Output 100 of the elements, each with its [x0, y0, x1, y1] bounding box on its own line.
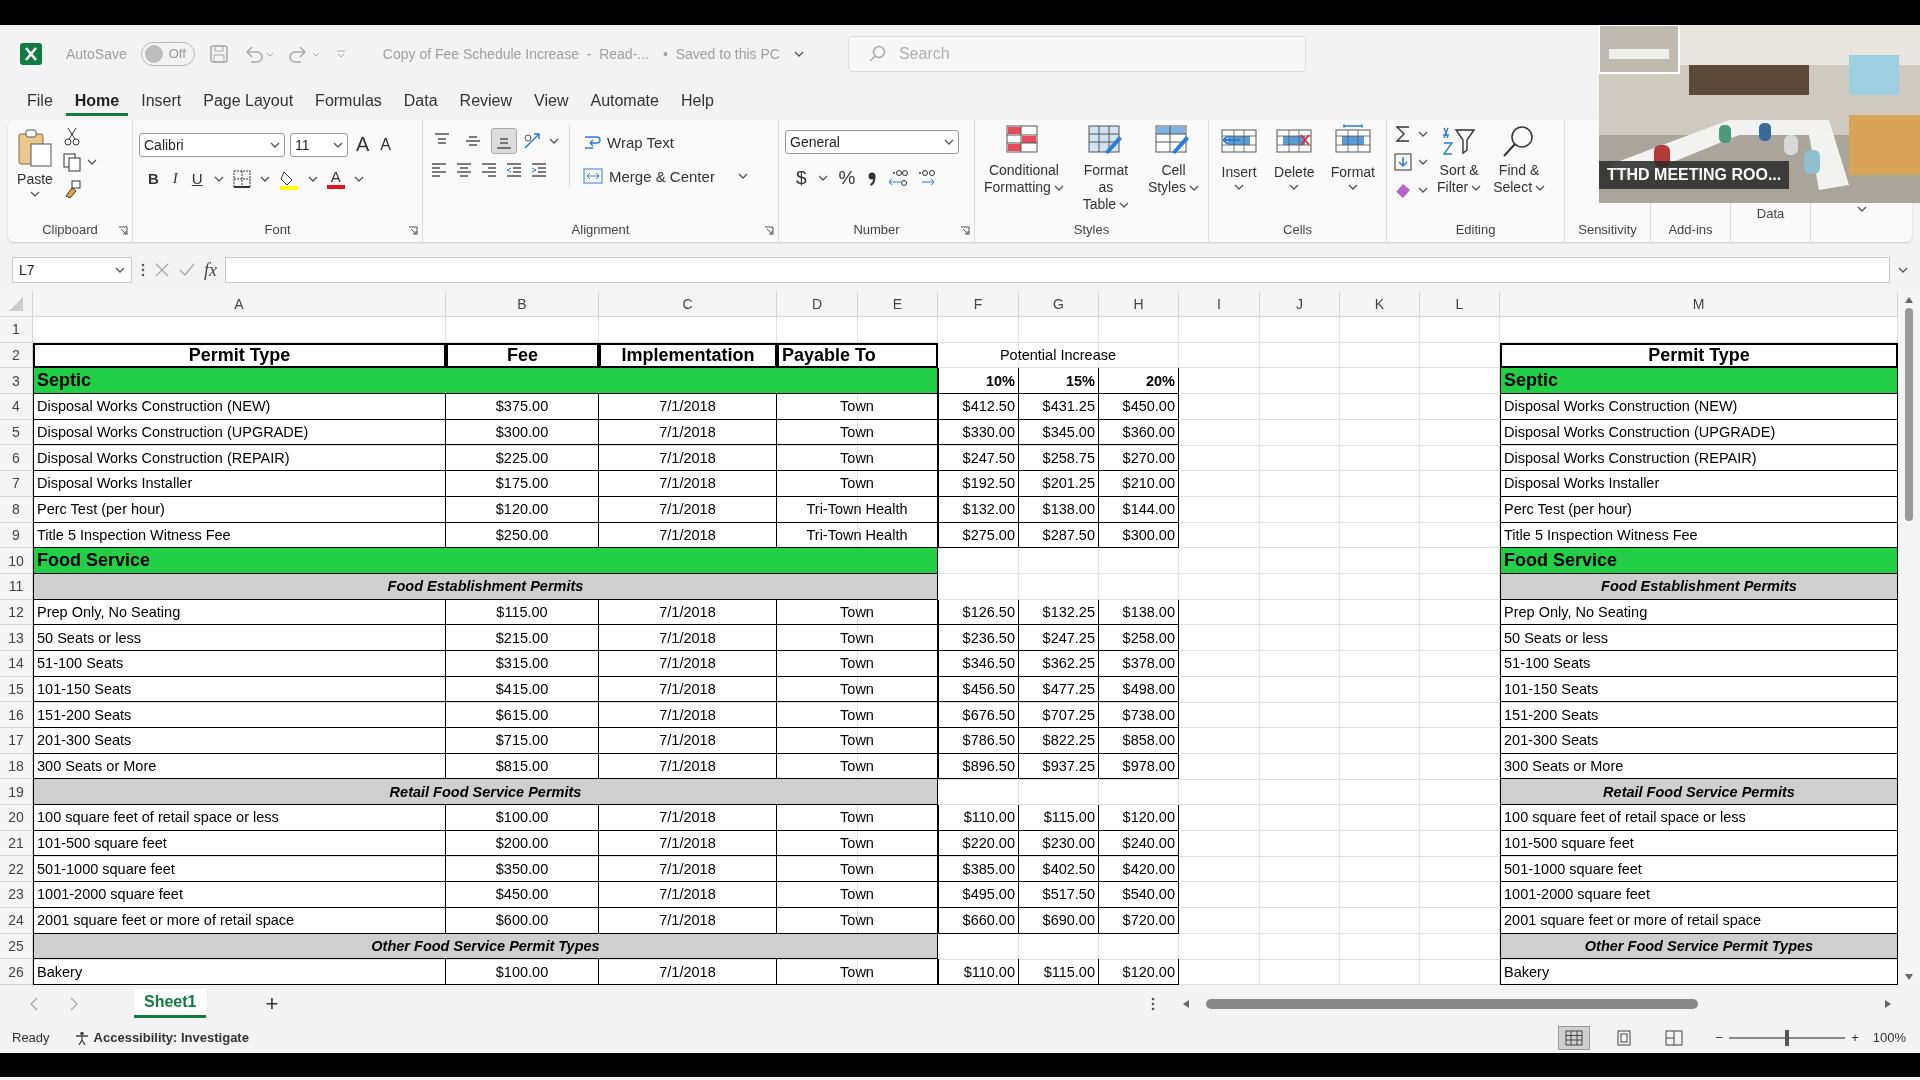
horizontal-scrollbar[interactable]	[1182, 996, 1892, 1011]
column-header[interactable]: K	[1340, 292, 1420, 317]
font-name-field[interactable]: Calibri	[139, 132, 285, 157]
menu-tab[interactable]: Automate	[581, 86, 668, 116]
caret-icon[interactable]	[1119, 201, 1130, 208]
menu-tab[interactable]: Review	[450, 86, 522, 116]
scroll-down-icon[interactable]	[1904, 972, 1914, 981]
dialog-launcher-icon[interactable]	[118, 226, 128, 236]
menu-tab[interactable]: File	[18, 86, 62, 116]
caret-icon[interactable]	[307, 175, 318, 182]
column-header[interactable]: A	[33, 292, 446, 317]
zoom-out-button[interactable]: −	[1715, 1030, 1724, 1046]
increase-indent-icon[interactable]	[529, 160, 549, 180]
column-header[interactable]: F	[938, 292, 1019, 317]
caret-icon[interactable]	[30, 191, 40, 197]
style-button[interactable]: Format as Table	[1072, 124, 1139, 213]
caret-icon[interactable]	[1471, 184, 1482, 191]
percent-button[interactable]: %	[835, 164, 859, 192]
caret-icon[interactable]	[793, 50, 804, 57]
caret-icon[interactable]	[1418, 187, 1428, 193]
wrap-text-button[interactable]: Wrap Text	[580, 130, 748, 154]
menu-tab[interactable]: Data	[394, 86, 447, 116]
caret-icon[interactable]	[353, 175, 364, 182]
menu-tab[interactable]: Page Layout	[194, 86, 303, 116]
zoom-slider-thumb[interactable]	[1785, 1029, 1790, 1046]
column-header[interactable]: G	[1019, 292, 1099, 317]
merge-center-button[interactable]: Merge & Center	[580, 164, 718, 188]
cells-button[interactable]: Delete	[1271, 124, 1318, 190]
paste-button[interactable]: Paste	[14, 128, 56, 197]
style-button[interactable]: Cell Styles	[1144, 124, 1202, 196]
sheet-tab[interactable]: Sheet1	[134, 989, 207, 1019]
scroll-left-icon[interactable]	[1182, 998, 1190, 1009]
caret-icon[interactable]	[1418, 159, 1428, 165]
caret-icon[interactable]	[270, 141, 280, 148]
zoom-in-button[interactable]: +	[1851, 1030, 1859, 1046]
align-left-icon[interactable]	[429, 160, 449, 180]
add-sheet-button[interactable]: +	[262, 987, 282, 1020]
column-header[interactable]: I	[1179, 292, 1260, 317]
caret-icon[interactable]	[944, 139, 954, 145]
formula-input[interactable]	[225, 257, 1890, 283]
search-field[interactable]: Search	[847, 35, 1306, 72]
currency-button[interactable]: $	[793, 164, 810, 192]
bold-button[interactable]: B	[145, 167, 162, 190]
name-box[interactable]: L7	[12, 257, 132, 283]
menu-tab[interactable]: Help	[671, 86, 723, 116]
collapse-ribbon-icon[interactable]	[1856, 206, 1867, 212]
caret-icon[interactable]	[259, 175, 270, 182]
column-header[interactable]: J	[1260, 292, 1340, 317]
cells-button[interactable]: Format	[1327, 124, 1378, 190]
column-header[interactable]: C	[599, 292, 777, 317]
column-header[interactable]: L	[1420, 292, 1500, 317]
accessibility-button[interactable]: Accessibility: Investigate	[71, 1027, 252, 1049]
underline-button[interactable]: U	[188, 167, 206, 190]
editing-button[interactable]: Sort & Filter	[1434, 124, 1485, 196]
fill-down-icon[interactable]	[1393, 152, 1413, 172]
caret-icon[interactable]	[213, 175, 224, 182]
caret-icon[interactable]	[1234, 184, 1245, 190]
caret-icon[interactable]	[115, 267, 125, 273]
caret-icon[interactable]	[1189, 184, 1199, 191]
scrollbar-thumb[interactable]	[1206, 998, 1698, 1009]
copy-icon[interactable]	[62, 152, 82, 172]
more-options-icon[interactable]	[140, 262, 146, 278]
insert-function-button[interactable]: fx	[204, 259, 217, 281]
caret-icon[interactable]	[333, 141, 343, 148]
caret-icon[interactable]	[1535, 184, 1546, 191]
menu-tab[interactable]: Home	[65, 86, 129, 116]
column-header[interactable]: B	[446, 292, 599, 317]
number-format-field[interactable]: General	[785, 130, 959, 154]
dialog-launcher-icon[interactable]	[764, 226, 774, 236]
column-header[interactable]: E	[858, 292, 938, 317]
view-button[interactable]	[1557, 1025, 1590, 1050]
cells-button[interactable]: Insert	[1217, 124, 1262, 190]
scroll-right-icon[interactable]	[1884, 998, 1892, 1009]
menu-tab[interactable]: Formulas	[306, 86, 391, 116]
caret-icon[interactable]	[1418, 131, 1428, 137]
menu-tab[interactable]: Insert	[132, 86, 191, 116]
increase-decimal-icon[interactable]	[886, 168, 909, 188]
editing-button[interactable]: Find & Select	[1490, 124, 1549, 196]
caret-icon[interactable]	[87, 159, 97, 165]
vertical-align-button[interactable]	[491, 128, 517, 154]
menu-tab[interactable]: View	[525, 86, 578, 116]
expand-formula-bar-icon[interactable]	[1898, 267, 1908, 273]
caret-icon[interactable]	[1347, 184, 1358, 190]
style-button[interactable]: Conditional Formatting	[981, 124, 1067, 196]
borders-icon[interactable]	[231, 168, 252, 189]
zoom-percentage[interactable]: 100%	[1872, 1030, 1906, 1046]
caret-icon[interactable]	[737, 173, 748, 179]
align-right-icon[interactable]	[479, 160, 499, 180]
scrollbar-thumb[interactable]	[1905, 308, 1913, 521]
dialog-launcher-icon[interactable]	[960, 226, 970, 236]
caret-icon[interactable]	[1289, 184, 1300, 190]
caret-icon[interactable]	[1053, 184, 1064, 191]
increase-font-button[interactable]: A	[353, 130, 373, 159]
scroll-up-icon[interactable]	[1904, 296, 1914, 304]
decrease-indent-icon[interactable]	[504, 160, 524, 180]
decrease-font-button[interactable]: A	[377, 132, 394, 157]
caret-icon[interactable]	[817, 175, 828, 181]
font-size-field[interactable]: 11	[290, 132, 348, 157]
align-center-icon[interactable]	[454, 160, 474, 180]
dialog-launcher-icon[interactable]	[408, 226, 418, 236]
